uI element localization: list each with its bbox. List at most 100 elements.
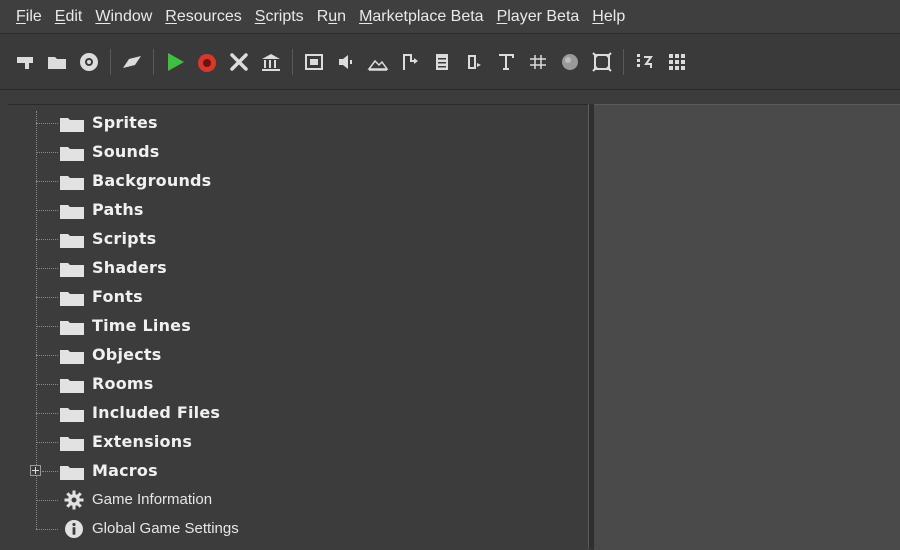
menu-window-label: indow	[110, 7, 153, 25]
debug-icon[interactable]	[194, 49, 220, 75]
menu-marketplace-label: arketplace Beta	[372, 7, 484, 25]
menu-scripts-mnemonic: S	[254, 7, 266, 25]
tree-connector	[36, 355, 58, 356]
tree-connector	[36, 297, 58, 298]
tree-folder-backgrounds[interactable]: Backgrounds	[8, 167, 588, 195]
tree-label: Fonts	[92, 287, 143, 306]
tree-folder-fonts[interactable]: Fonts	[8, 283, 588, 311]
menu-help[interactable]: Help	[592, 8, 625, 26]
tree-label: Game Information	[92, 491, 213, 508]
tree-folder-objects[interactable]: Objects	[8, 341, 588, 369]
menu-edit[interactable]: Edit	[55, 8, 83, 26]
folder-icon	[60, 118, 84, 132]
menu-marketplace-mnemonic: M	[359, 7, 373, 25]
font-icon[interactable]	[493, 49, 519, 75]
tree-folder-included-files[interactable]: Included Files	[8, 399, 588, 427]
menu-file[interactable]: File	[16, 8, 42, 26]
tree-folder-shaders[interactable]: Shaders	[8, 254, 588, 282]
menu-run-mnemonic: u	[328, 7, 338, 25]
menu-resources-label: esources	[176, 7, 242, 25]
tree-label: Time Lines	[92, 316, 191, 335]
tree-connector	[36, 326, 58, 327]
tree-label: Rooms	[92, 374, 154, 393]
expand-plus-icon[interactable]	[30, 465, 41, 476]
new-project-icon[interactable]	[12, 49, 38, 75]
tree-folder-time-lines[interactable]: Time Lines	[8, 312, 588, 340]
tree-item-global-game-settings[interactable]: Global Game Settings	[8, 515, 588, 543]
tree-folder-macros[interactable]: Macros	[8, 457, 588, 485]
tree-folder-sounds[interactable]: Sounds	[8, 138, 588, 166]
sprite-icon[interactable]	[301, 49, 327, 75]
tree-folder-paths[interactable]: Paths	[8, 196, 588, 224]
folder-icon	[60, 263, 84, 277]
tree-label: Included Files	[92, 403, 221, 422]
resource-tree: Sprites Sounds Backgrounds Paths Scripts…	[8, 104, 588, 549]
tree-connector	[36, 500, 58, 501]
shader-icon[interactable]	[461, 49, 487, 75]
tree-label: Objects	[92, 345, 162, 364]
folder-icon	[60, 205, 84, 219]
menu-window[interactable]: Window	[95, 8, 152, 26]
tree-connector	[36, 210, 58, 211]
save-icon[interactable]	[76, 49, 102, 75]
toolbar-separator	[110, 49, 111, 75]
open-folder-icon[interactable]	[44, 49, 70, 75]
menu-help-mnemonic: H	[592, 7, 604, 25]
tree-label: Macros	[92, 461, 158, 480]
toolbar-separator	[623, 49, 624, 75]
tree-connector	[36, 123, 58, 124]
menu-run-prefix: R	[316, 7, 329, 25]
menu-player-label: layer Beta	[507, 7, 580, 25]
folder-icon	[60, 321, 84, 335]
folder-icon	[60, 234, 84, 248]
menu-edit-label: dit	[65, 7, 83, 25]
menu-resources[interactable]: Resources	[165, 8, 241, 26]
workspace-area[interactable]	[594, 104, 900, 550]
toolbar-separator	[292, 49, 293, 75]
menu-help-label: elp	[603, 7, 626, 25]
package-icon[interactable]	[258, 49, 284, 75]
menu-edit-mnemonic: E	[54, 7, 66, 25]
info-icon	[65, 520, 83, 538]
folder-icon	[60, 466, 84, 480]
tree-folder-scripts[interactable]: Scripts	[8, 225, 588, 253]
object-icon[interactable]	[557, 49, 583, 75]
tree-connector	[36, 413, 58, 414]
folder-icon	[60, 176, 84, 190]
sound-icon[interactable]	[333, 49, 359, 75]
tree-label: Shaders	[92, 258, 167, 277]
tree-folder-extensions[interactable]: Extensions	[8, 428, 588, 456]
menu-player-beta[interactable]: Player Beta	[497, 8, 580, 26]
wand-icon[interactable]	[119, 49, 145, 75]
room-icon[interactable]	[589, 49, 615, 75]
macro-icon[interactable]	[632, 49, 658, 75]
menu-run[interactable]: Run	[317, 8, 346, 26]
folder-icon	[60, 379, 84, 393]
menu-file-label: ile	[25, 7, 42, 25]
menu-bar: File Edit Window Resources Scripts Run M…	[0, 0, 900, 34]
background-icon[interactable]	[365, 49, 391, 75]
path-icon[interactable]	[397, 49, 423, 75]
clean-icon[interactable]	[226, 49, 252, 75]
grid-icon[interactable]	[664, 49, 690, 75]
run-icon[interactable]	[162, 49, 188, 75]
tree-label: Scripts	[92, 229, 157, 248]
tree-connector	[36, 529, 58, 530]
script-icon[interactable]	[429, 49, 455, 75]
tree-label: Backgrounds	[92, 171, 212, 190]
tree-label: Extensions	[92, 432, 193, 451]
menu-scripts-label: cripts	[265, 7, 304, 25]
tree-folder-sprites[interactable]: Sprites	[8, 109, 588, 137]
tree-connector	[36, 384, 58, 385]
tree-folder-rooms[interactable]: Rooms	[8, 370, 588, 398]
menu-player-mnemonic: P	[496, 7, 508, 25]
folder-icon	[60, 292, 84, 306]
menu-marketplace-beta[interactable]: Marketplace Beta	[359, 8, 484, 26]
menu-window-mnemonic: W	[95, 7, 111, 25]
tree-item-game-information[interactable]: Game Information	[8, 486, 588, 514]
timeline-icon[interactable]	[525, 49, 551, 75]
tree-connector	[36, 181, 58, 182]
gear-icon	[64, 490, 84, 510]
menu-scripts[interactable]: Scripts	[255, 8, 304, 26]
tree-connector	[36, 239, 58, 240]
